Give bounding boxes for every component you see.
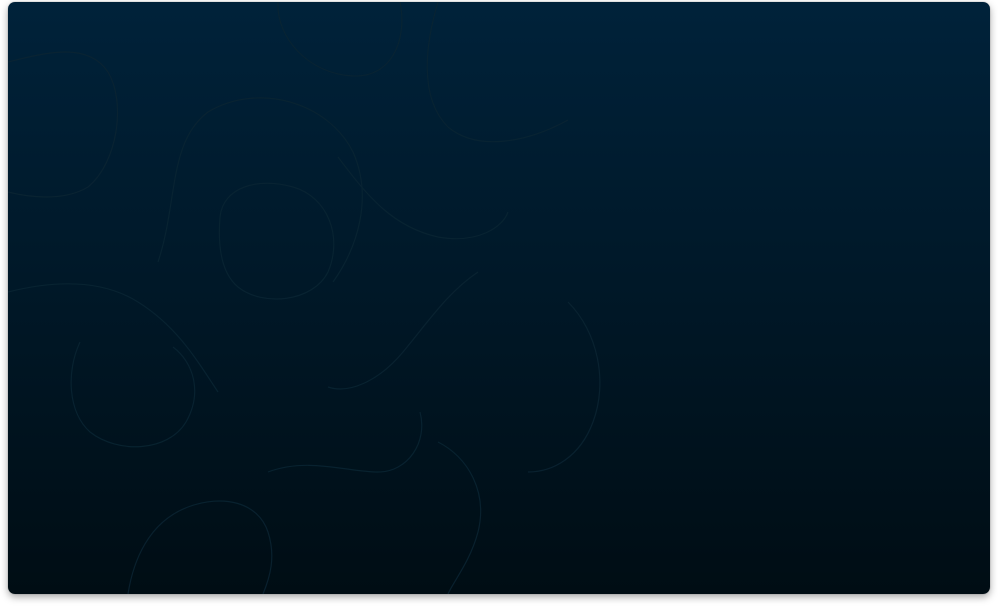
desktop-background: [8, 2, 990, 594]
desktop-window: [8, 2, 990, 594]
topographic-wallpaper: [8, 2, 990, 594]
wallpaper-gradient: [8, 2, 990, 594]
